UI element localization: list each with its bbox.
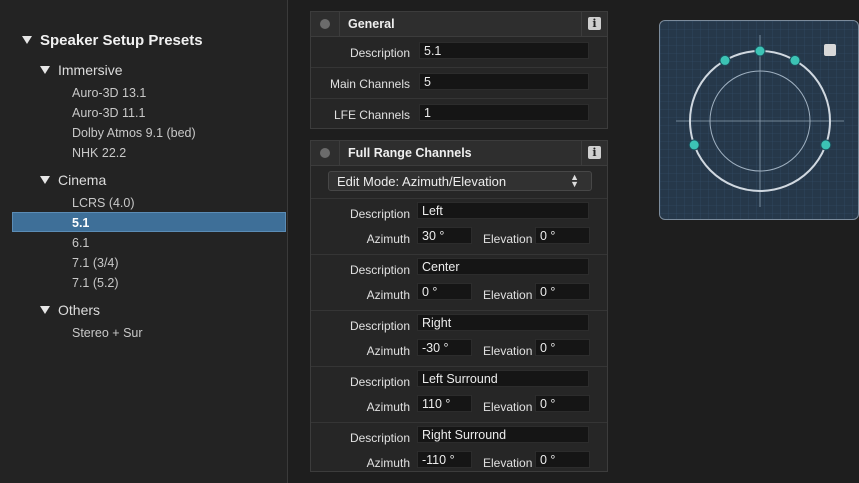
updown-arrows-icon: ▲ ▼ [570, 172, 579, 189]
field-row: Description 5.1 [311, 37, 607, 68]
azimuth-field[interactable]: -110 ° [417, 451, 472, 468]
channel-description-field[interactable]: Left Surround [417, 370, 589, 387]
azimuth-field[interactable]: 110 ° [417, 395, 472, 412]
preset-item[interactable]: 7.1 (5.2) [72, 276, 119, 290]
disclosure-triangle-icon[interactable] [40, 306, 50, 314]
group-label: Cinema [58, 172, 107, 188]
azimuth-field[interactable]: 30 ° [417, 227, 472, 244]
description-label: Description [349, 319, 410, 333]
panel-title: Full Range Channels [348, 146, 472, 160]
azimuth-label: Azimuth [366, 456, 410, 470]
speaker-dot[interactable] [754, 45, 766, 57]
selection-highlight [12, 212, 286, 232]
checkbox-icon[interactable] [824, 44, 836, 56]
channel-row: Description Left Surround Azimuth 110 ° Elev… [311, 367, 607, 423]
speaker-dot[interactable] [688, 139, 700, 151]
info-icon[interactable]: i [588, 146, 601, 159]
elevation-field[interactable]: 0 ° [535, 451, 590, 468]
disclosure-triangle-icon[interactable] [40, 66, 50, 74]
azimuth-label: Azimuth [366, 344, 410, 358]
tree-root-label: Speaker Setup Presets [40, 32, 203, 49]
speaker-dot[interactable] [719, 54, 731, 66]
channel-description-field[interactable]: Right [417, 314, 589, 331]
edit-mode-row: Edit Mode: Azimuth/Elevation ▲ ▼ [311, 166, 607, 199]
channel-description-field[interactable]: Right Surround [417, 426, 589, 443]
edit-mode-value: Edit Mode: Azimuth/Elevation [337, 174, 507, 189]
elevation-label: Elevation [483, 288, 533, 302]
elevation-label: Elevation [483, 456, 533, 470]
divider [339, 12, 340, 36]
description-label: Description [349, 431, 410, 445]
field-label: Main Channels [329, 77, 410, 91]
elevation-field[interactable]: 0 ° [535, 339, 590, 356]
channel-description-field[interactable]: Left [417, 202, 589, 219]
group-immersive[interactable]: Immersive [40, 62, 123, 78]
lfe-channels-field[interactable]: 1 [419, 104, 589, 121]
preset-item[interactable]: Dolby Atmos 9.1 (bed) [72, 126, 196, 140]
elevation-label: Elevation [483, 400, 533, 414]
field-row: Main Channels 5 [311, 68, 607, 99]
speaker-layout-svg [660, 21, 858, 219]
preset-item[interactable]: Stereo + Sur [72, 326, 143, 340]
group-others[interactable]: Others [40, 302, 100, 318]
channel-row: Description Center Azimuth 0 ° Elevation 0 ° [311, 255, 607, 311]
channel-row: Description Left Azimuth 30 ° Elevation 0 ° [311, 199, 607, 255]
info-icon[interactable]: i [588, 17, 601, 30]
preset-item-selected[interactable]: 5.1 [72, 216, 89, 230]
azimuth-field[interactable]: -30 ° [417, 339, 472, 356]
field-row: LFE Channels 1 [311, 99, 607, 129]
general-panel: General i Description 5.1 Main Channels … [310, 11, 608, 129]
description-label: Description [349, 263, 410, 277]
panel-header: General i [311, 12, 607, 37]
preset-item[interactable]: Auro-3D 13.1 [72, 86, 146, 100]
disclosure-triangle-icon[interactable] [22, 36, 32, 44]
elevation-field[interactable]: 0 ° [535, 283, 590, 300]
panel-header: Full Range Channels i [311, 141, 607, 166]
main-channels-field[interactable]: 5 [419, 73, 589, 90]
divider [581, 12, 582, 36]
edit-mode-select[interactable]: Edit Mode: Azimuth/Elevation ▲ ▼ [328, 171, 592, 191]
full-range-panel: Full Range Channels i Edit Mode: Azimuth… [310, 140, 608, 472]
preset-tree: Speaker Setup Presets Immersive Auro-3D … [0, 0, 288, 483]
preset-item[interactable]: 7.1 (3/4) [72, 256, 119, 270]
group-label: Others [58, 302, 101, 318]
channel-row: Description Right Azimuth -30 ° Elevation 0 ° [311, 311, 607, 367]
elevation-field[interactable]: 0 ° [535, 227, 590, 244]
elevation-label: Elevation [483, 344, 533, 358]
divider [581, 141, 582, 165]
elevation-label: Elevation [483, 232, 533, 246]
group-label: Immersive [58, 62, 123, 78]
preset-item[interactable]: LCRS (4.0) [72, 196, 135, 210]
azimuth-label: Azimuth [366, 400, 410, 414]
preset-item[interactable]: NHK 22.2 [72, 146, 126, 160]
channel-description-field[interactable]: Center [417, 258, 589, 275]
divider [339, 141, 340, 165]
description-label: Description [349, 207, 410, 221]
azimuth-label: Azimuth [366, 232, 410, 246]
panel-title: General [348, 17, 395, 31]
azimuth-label: Azimuth [366, 288, 410, 302]
field-label: LFE Channels [333, 108, 410, 122]
speaker-layout-view[interactable] [659, 20, 859, 220]
azimuth-field[interactable]: 0 ° [417, 283, 472, 300]
field-label: Description [349, 46, 410, 60]
collapse-dot-icon[interactable] [320, 148, 330, 158]
group-cinema[interactable]: Cinema [40, 172, 106, 188]
preset-item[interactable]: 6.1 [72, 236, 89, 250]
description-field[interactable]: 5.1 [419, 42, 589, 59]
elevation-field[interactable]: 0 ° [535, 395, 590, 412]
channel-list: Description Left Azimuth 30 ° Elevation 0 ° De… [311, 199, 607, 478]
disclosure-triangle-icon[interactable] [40, 176, 50, 184]
collapse-dot-icon[interactable] [320, 19, 330, 29]
preset-item[interactable]: Auro-3D 11.1 [72, 106, 145, 120]
speaker-dot[interactable] [820, 139, 832, 151]
speaker-dot[interactable] [789, 54, 801, 66]
channel-row: Description Right Surround Azimuth -110 ° El… [311, 423, 607, 478]
tree-root[interactable]: Speaker Setup Presets [22, 32, 203, 49]
description-label: Description [349, 375, 410, 389]
